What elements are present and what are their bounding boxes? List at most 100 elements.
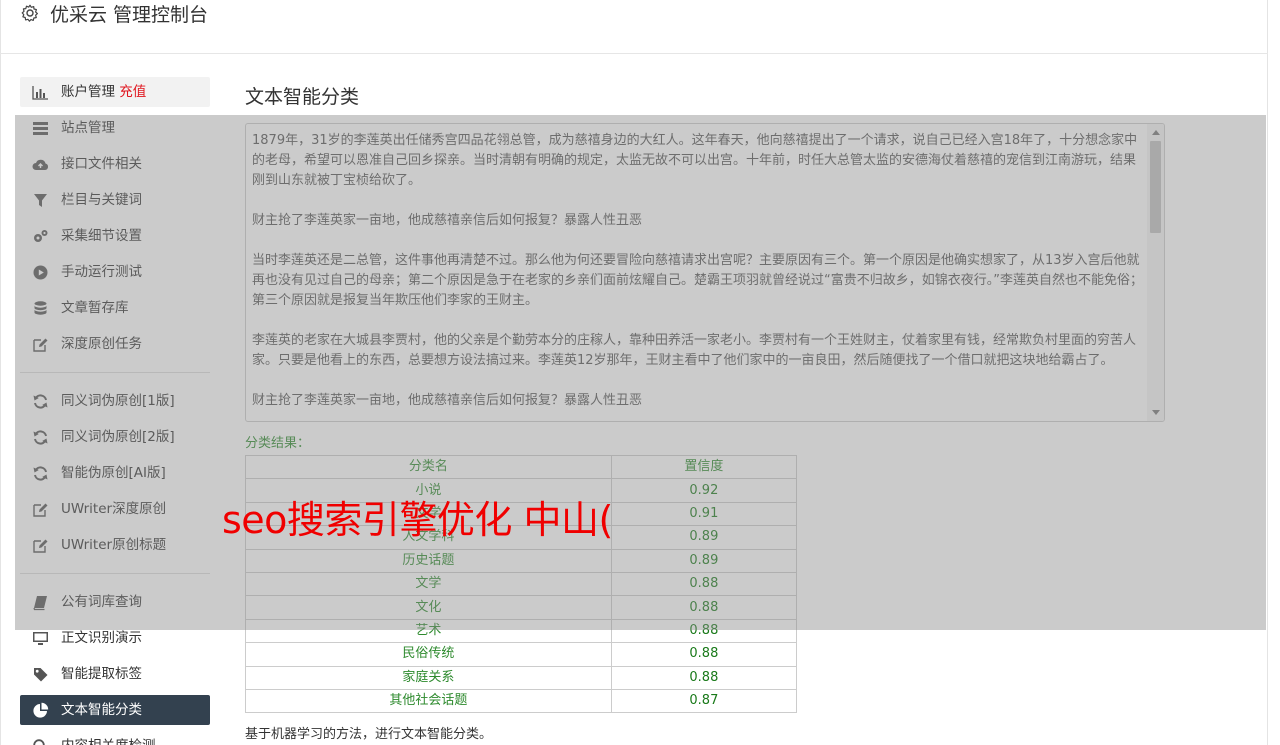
sidebar-item-label: 文章暂存库 xyxy=(61,300,129,316)
sidebar-item-label: 智能提取标签 xyxy=(61,666,142,682)
confidence-cell: 0.92 xyxy=(610,478,798,503)
article-paragraph: 李莲英的老家在大城县李贾村，他的父亲是个勤劳本分的庄稼人，靠种田养活一家老小。李… xyxy=(252,333,1137,368)
confidence-cell: 0.89 xyxy=(610,525,798,550)
confidence-cell: 0.88 xyxy=(610,642,798,667)
category-cell: 文化 xyxy=(245,595,612,620)
sidebar-item-article-storage[interactable]: 文章暂存库 xyxy=(20,293,210,323)
table-header-row: 分类名 置信度 xyxy=(245,454,798,480)
monitor-icon xyxy=(33,632,48,645)
gear-icon xyxy=(21,4,38,22)
confidence-cell: 0.88 xyxy=(610,665,798,690)
category-cell: 家庭关系 xyxy=(245,665,612,690)
column-header-confidence: 置信度 xyxy=(610,454,798,480)
app-title: 优采云 管理控制台 xyxy=(50,4,209,26)
textarea-scrollbar[interactable] xyxy=(1147,124,1164,421)
sidebar-item-label: 接口文件相关 xyxy=(61,156,142,172)
table-row: 民俗传统 0.88 xyxy=(245,642,798,667)
sidebar-item-relevance-check[interactable]: 内容相关度检测 xyxy=(20,731,210,745)
article-paragraph: 1879年，31岁的李莲英出任储秀宫四品花翎总管，成为慈禧身边的大红人。这年春天… xyxy=(252,133,1138,188)
confidence-cell: 0.91 xyxy=(610,501,798,527)
refresh-icon xyxy=(33,430,48,445)
recharge-link[interactable]: 充值 xyxy=(119,84,146,100)
sidebar-item-uwriter-title[interactable]: UWriter原创标题 xyxy=(20,530,210,560)
sidebar-item-manual-run[interactable]: 手动运行测试 xyxy=(20,257,210,287)
sidebar-item-label: 正文识别演示 xyxy=(61,630,142,646)
confidence-cell: 0.88 xyxy=(610,595,798,620)
watermark-text: seo搜索引擎优化 中山( xyxy=(222,498,613,542)
sidebar-item-account[interactable]: 账户管理 充值 xyxy=(20,77,210,107)
sidebar-item-text-classify[interactable]: 文本智能分类 xyxy=(20,695,210,725)
page-title: 文本智能分类 xyxy=(245,86,360,108)
edit-icon xyxy=(33,539,48,553)
database-icon xyxy=(34,301,47,315)
frame-border-left xyxy=(0,0,1,745)
top-bar: 优采云 管理控制台 xyxy=(0,0,1268,54)
category-cell: 艺术 xyxy=(245,618,612,644)
sidebar-item-public-lexicon[interactable]: 公有词库查询 xyxy=(20,587,210,617)
sidebar-item-sites[interactable]: 站点管理 xyxy=(20,113,210,143)
sidebar-item-label: 站点管理 xyxy=(61,120,115,136)
sidebar-item-label: 手动运行测试 xyxy=(61,264,142,280)
scroll-up-arrow-icon[interactable] xyxy=(1152,130,1160,135)
sidebar-divider xyxy=(20,372,210,373)
article-paragraph: 当时李莲英还是二总管，这件事他再清楚不过。那么他为何还要冒险向慈禧请求出宫呢？主… xyxy=(252,253,1143,308)
filter-icon xyxy=(34,194,47,207)
confidence-cell: 0.89 xyxy=(610,548,798,573)
bar-chart-icon xyxy=(32,86,48,100)
sidebar-item-collect-settings[interactable]: 采集细节设置 xyxy=(20,221,210,251)
sidebar-item-smart-tags[interactable]: 智能提取标签 xyxy=(20,659,210,689)
confidence-cell: 0.88 xyxy=(610,571,798,597)
method-description: 基于机器学习的方法，进行文本智能分类。 xyxy=(245,727,493,742)
edit-icon xyxy=(33,338,48,352)
sidebar-item-synonym-v1[interactable]: 同义词伪原创[1版] xyxy=(20,386,210,416)
article-text: 1879年，31岁的李莲英出任储秀宫四品花翎总管，成为慈禧身边的大红人。这年春天… xyxy=(252,131,1144,421)
sidebar-item-label: 文本智能分类 xyxy=(61,702,142,718)
sidebar-item-label: 智能伪原创[AI版] xyxy=(61,465,166,481)
refresh-icon xyxy=(33,466,48,481)
sidebar-item-label: 同义词伪原创[1版] xyxy=(61,393,175,409)
sidebar-item-label: 内容相关度检测 xyxy=(61,737,156,745)
table-row: 其他社会话题 0.87 xyxy=(245,688,798,714)
article-textarea[interactable]: 1879年，31岁的李莲英出任储秀宫四品花翎总管，成为慈禧身边的大红人。这年春天… xyxy=(245,123,1165,422)
sidebar-item-body-recognition[interactable]: 正文识别演示 xyxy=(20,623,210,653)
edit-icon xyxy=(33,503,48,517)
table-row: 文学 0.88 xyxy=(245,571,798,597)
cogs-icon xyxy=(34,230,48,242)
play-circle-icon xyxy=(33,265,48,280)
table-row: 历史话题 0.89 xyxy=(245,548,798,573)
category-cell: 历史话题 xyxy=(245,548,612,573)
cloud-upload-icon xyxy=(32,159,49,170)
column-header-category: 分类名 xyxy=(245,454,612,480)
article-paragraph: 财主抢了李莲英家一亩地，他成慈禧亲信后如何报复？暴露人性丑恶 xyxy=(252,393,643,408)
frame-border-right xyxy=(1267,0,1268,745)
admin-console: { "header": { "title": "优采云 管理控制台", "ico… xyxy=(0,0,1280,745)
pie-chart-icon xyxy=(33,702,49,718)
sidebar-item-label: UWriter深度原创 xyxy=(61,501,167,517)
sidebar-item-columns-keywords[interactable]: 栏目与关键词 xyxy=(20,185,210,215)
refresh-icon xyxy=(33,394,48,409)
tag-icon xyxy=(34,668,48,682)
article-paragraph: 财主抢了李莲英家一亩地，他成慈禧亲信后如何报复？暴露人性丑恶 xyxy=(252,213,643,228)
sidebar-item-label: 深度原创任务 xyxy=(61,336,142,352)
sidebar-item-interface-files[interactable]: 接口文件相关 xyxy=(20,149,210,179)
sidebar-item-deep-original-tasks[interactable]: 深度原创任务 xyxy=(20,329,210,359)
sidebar-item-uwriter-deep[interactable]: UWriter深度原创 xyxy=(20,494,210,524)
scroll-down-arrow-icon[interactable] xyxy=(1152,410,1160,415)
book-icon xyxy=(33,596,47,611)
table-row: 文化 0.88 xyxy=(245,595,798,620)
category-cell: 民俗传统 xyxy=(245,642,612,667)
confidence-cell: 0.88 xyxy=(610,618,798,644)
sidebar-item-label: 采集细节设置 xyxy=(61,228,142,244)
category-cell: 其他社会话题 xyxy=(245,688,612,714)
sidebar-item-smart-ai[interactable]: 智能伪原创[AI版] xyxy=(20,458,210,488)
sidebar-item-label: UWriter原创标题 xyxy=(61,537,167,553)
sidebar-divider xyxy=(20,573,210,574)
sidebar-item-label: 栏目与关键词 xyxy=(61,192,142,208)
table-row: 家庭关系 0.88 xyxy=(245,665,798,690)
sidebar-item-label: 公有词库查询 xyxy=(61,594,142,610)
sidebar-item-synonym-v2[interactable]: 同义词伪原创[2版] xyxy=(20,422,210,452)
scrollbar-thumb[interactable] xyxy=(1150,141,1161,233)
list-icon xyxy=(33,122,48,135)
confidence-cell: 0.87 xyxy=(610,688,798,714)
sidebar-item-label: 账户管理 xyxy=(61,84,115,100)
